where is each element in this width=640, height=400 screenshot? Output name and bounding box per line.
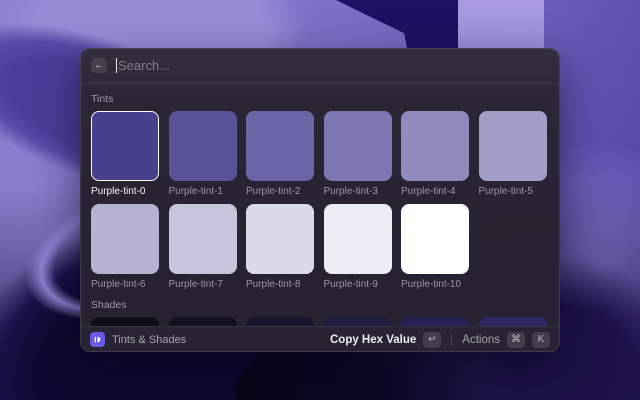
actions-button[interactable]: Actions [462, 334, 500, 346]
swatch-label: Purple-tint-0 [91, 186, 159, 197]
swatch-label: Purple-tint-5 [479, 186, 547, 197]
swatch-label: Purple-tint-4 [401, 186, 469, 197]
color-swatch[interactable] [91, 111, 159, 181]
color-swatch[interactable] [401, 317, 469, 326]
search-input[interactable]: Search... [116, 58, 549, 73]
tints-shades-app-icon [90, 332, 105, 347]
color-swatch-item[interactable]: Purple-tint-2 [246, 111, 314, 197]
color-swatch-item[interactable] [91, 317, 159, 326]
swatch-label: Purple-tint-10 [401, 279, 469, 290]
app-name-label: Tints & Shades [112, 334, 186, 346]
search-placeholder: Search... [118, 58, 170, 73]
swatch-label: Purple-tint-7 [169, 279, 237, 290]
cmd-key-badge[interactable]: ⌘ [507, 332, 525, 348]
swatch-label: Purple-tint-8 [246, 279, 314, 290]
color-swatch[interactable] [169, 317, 237, 326]
color-swatch-item[interactable]: Purple-tint-6 [91, 204, 159, 290]
color-swatch-item[interactable] [401, 317, 469, 326]
search-bar: ← Search... [80, 48, 560, 84]
color-swatch[interactable] [169, 204, 237, 274]
back-button[interactable]: ← [91, 58, 107, 73]
color-swatch-item[interactable]: Purple-tint-8 [246, 204, 314, 290]
color-swatch-item[interactable]: Purple-tint-5 [479, 111, 547, 197]
color-swatch-item[interactable]: Purple-tint-3 [324, 111, 392, 197]
enter-key-badge[interactable]: ↵ [423, 332, 441, 348]
color-swatch[interactable] [169, 111, 237, 181]
color-swatch-item[interactable]: Purple-tint-1 [169, 111, 237, 197]
copy-hex-value-button[interactable]: Copy Hex Value [330, 334, 416, 346]
color-swatch-item[interactable] [169, 317, 237, 326]
color-swatch[interactable] [479, 111, 547, 181]
results-list: Tints Purple-tint-0 Purple-tint-1 Purple… [80, 84, 560, 326]
swatch-label: Purple-tint-6 [91, 279, 159, 290]
section-label-tints: Tints [91, 93, 549, 105]
color-swatch-item[interactable]: Purple-tint-10 [401, 204, 469, 290]
color-swatch[interactable] [401, 204, 469, 274]
tints-grid: Purple-tint-0 Purple-tint-1 Purple-tint-… [91, 111, 549, 290]
swatch-label: Purple-tint-9 [324, 279, 392, 290]
color-swatch-item[interactable]: Purple-tint-4 [401, 111, 469, 197]
color-swatch-item[interactable] [479, 317, 547, 326]
color-swatch[interactable] [324, 111, 392, 181]
shades-grid [91, 317, 549, 326]
swatch-label: Purple-tint-3 [324, 186, 392, 197]
color-swatch[interactable] [246, 111, 314, 181]
color-swatch-item[interactable] [324, 317, 392, 326]
color-swatch[interactable] [91, 317, 159, 326]
action-bar: Tints & Shades Copy Hex Value ↵ Actions … [80, 326, 560, 352]
color-swatch[interactable] [246, 204, 314, 274]
color-swatch-item[interactable]: Purple-tint-9 [324, 204, 392, 290]
color-swatch-item[interactable] [246, 317, 314, 326]
swatch-label: Purple-tint-1 [169, 186, 237, 197]
color-swatch-item[interactable]: Purple-tint-7 [169, 204, 237, 290]
color-swatch[interactable] [324, 204, 392, 274]
color-swatch[interactable] [479, 317, 547, 326]
swatch-label: Purple-tint-2 [246, 186, 314, 197]
command-palette-window: ← Search... Tints Purple-tint-0 Purple-t… [80, 48, 560, 352]
color-swatch-item[interactable]: Purple-tint-0 [91, 111, 159, 197]
color-swatch[interactable] [246, 317, 314, 326]
color-swatch[interactable] [91, 204, 159, 274]
text-caret [116, 58, 117, 73]
section-label-shades: Shades [91, 299, 549, 311]
footer-divider [451, 334, 452, 345]
color-swatch[interactable] [324, 317, 392, 326]
k-key-badge[interactable]: K [532, 332, 550, 348]
color-swatch[interactable] [401, 111, 469, 181]
